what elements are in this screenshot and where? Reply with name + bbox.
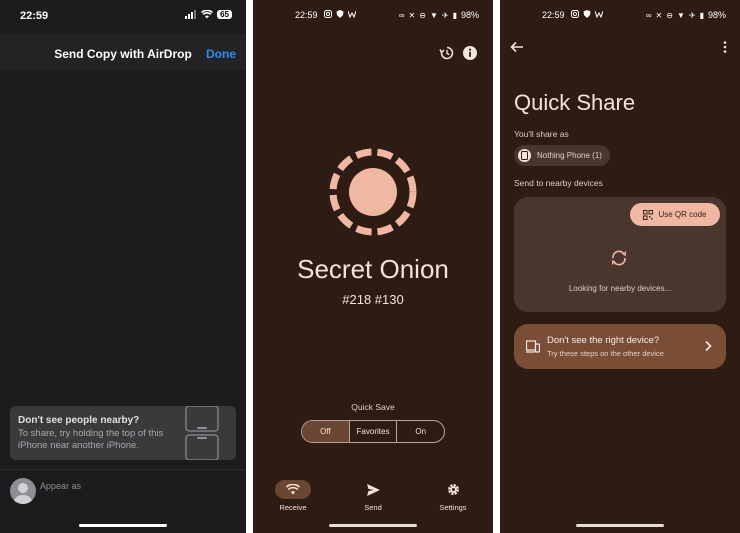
quick-save-favorites[interactable]: Favorites (350, 421, 398, 442)
battery-percent: 98% (460, 10, 479, 20)
quick-save-label: Quick Save (351, 402, 395, 412)
status-time: 22:59 (295, 10, 318, 20)
nav-settings-label: Settings (439, 503, 467, 512)
status-bar: 22:59 65 (0, 0, 246, 32)
signal-icon (185, 10, 197, 19)
wifi-icon: ▼ (429, 10, 438, 20)
dnd-icon: ⊖ (419, 10, 426, 20)
instagram-icon (324, 10, 332, 18)
dnd-icon: ⊖ (666, 10, 673, 20)
looking-status-text: Looking for nearby devices... (568, 284, 672, 293)
info-icon[interactable] (462, 45, 478, 61)
link-icon: ∞ (398, 10, 405, 20)
tip-body: To share, try holding the top of this iP… (18, 428, 164, 451)
nav-send[interactable]: Send (343, 480, 403, 512)
nearby-devices-card: Use QR code Looking for nearby devices..… (514, 197, 726, 312)
done-button[interactable]: Done (206, 47, 236, 61)
nav-receive-label: Receive (279, 503, 307, 512)
battery-icon: ▮ (699, 10, 704, 20)
airplane-icon: ✈ (688, 10, 696, 20)
qr-button-label: Use QR code (658, 210, 707, 219)
quick-share-screen: 22:59 ∞ ✕ ⊖ ▼ ✈ ▮ 98% Quick Share You'll… (500, 0, 740, 533)
wifi-icon (201, 10, 214, 19)
mute-icon: ✕ (655, 10, 663, 20)
home-indicator (79, 524, 167, 527)
quick-save-toggle: Off Favorites On (301, 420, 445, 443)
nav-settings[interactable]: Settings (423, 480, 483, 512)
status-bar: 22:59 ∞ ✕ ⊖ ▼ ✈ ▮ 98% (500, 0, 740, 32)
shield-icon (583, 10, 591, 18)
battery-icon: ▮ (452, 10, 457, 20)
device-name: Secret Onion (297, 254, 449, 284)
quick-save-on[interactable]: On (397, 421, 444, 442)
mute-icon: ✕ (408, 10, 416, 20)
airplane-icon: ✈ (441, 10, 449, 20)
nearby-devices-label: Send to nearby devices (514, 178, 603, 188)
ios-airdrop-screen: 22:59 65 Send Copy with AirDrop Done Don… (0, 0, 246, 533)
status-time: 22:59 (20, 10, 49, 22)
home-indicator (576, 524, 664, 527)
back-arrow-icon[interactable] (510, 40, 524, 54)
tip-title: Don't see people nearby? (18, 415, 140, 426)
nav-receive[interactable]: Receive (263, 480, 323, 512)
person-icon (14, 483, 32, 504)
app-notification-icon (595, 10, 603, 18)
devices-icon (526, 340, 540, 353)
nearby-tip-card: Don't see people nearby? To share, try h… (10, 406, 236, 460)
wifi-icon: ▼ (676, 10, 685, 20)
status-bar: 22:59 ∞ ✕ ⊖ ▼ ✈ ▮ 98% (253, 0, 493, 32)
battery-percent: 98% (707, 10, 726, 20)
wifi-icon (286, 484, 300, 495)
send-icon (366, 483, 380, 496)
device-chip-label: Nothing Phone (1) (537, 151, 602, 160)
nav-send-label: Send (364, 503, 382, 512)
troubleshoot-card[interactable]: Don't see the right device? Try these st… (514, 324, 726, 369)
divider (0, 469, 246, 470)
phone-icon (518, 149, 531, 162)
device-avatar-icon (329, 148, 417, 236)
receive-screen: 22:59 ∞ ✕ ⊖ ▼ ✈ ▮ 98% Secret Onion #218 … (253, 0, 493, 533)
status-time: 22:59 (542, 10, 565, 20)
quick-save-off[interactable]: Off (302, 421, 350, 442)
battery-badge: 65 (217, 10, 232, 19)
history-icon[interactable] (439, 45, 455, 61)
device-code: #218 #130 (342, 292, 404, 307)
more-options-icon[interactable] (722, 40, 728, 54)
chevron-right-icon (705, 340, 712, 352)
troubleshoot-subtitle: Try these steps on the other device (547, 349, 664, 358)
share-as-label: You'll share as (514, 129, 569, 139)
phones-illustration-icon (185, 406, 219, 460)
page-title: Quick Share (514, 90, 636, 115)
app-notification-icon (348, 10, 356, 18)
shield-icon (336, 10, 344, 18)
device-chip[interactable]: Nothing Phone (1) (514, 145, 610, 166)
appear-as-label: Appear as (40, 481, 82, 491)
link-icon: ∞ (645, 10, 652, 20)
use-qr-code-button[interactable]: Use QR code (630, 203, 720, 226)
avatar[interactable] (10, 478, 36, 504)
home-indicator (329, 524, 417, 527)
loading-sync-icon (611, 250, 627, 266)
qr-code-icon (643, 209, 654, 220)
gear-icon (447, 484, 459, 495)
troubleshoot-title: Don't see the right device? (547, 335, 660, 346)
instagram-icon (571, 10, 579, 18)
